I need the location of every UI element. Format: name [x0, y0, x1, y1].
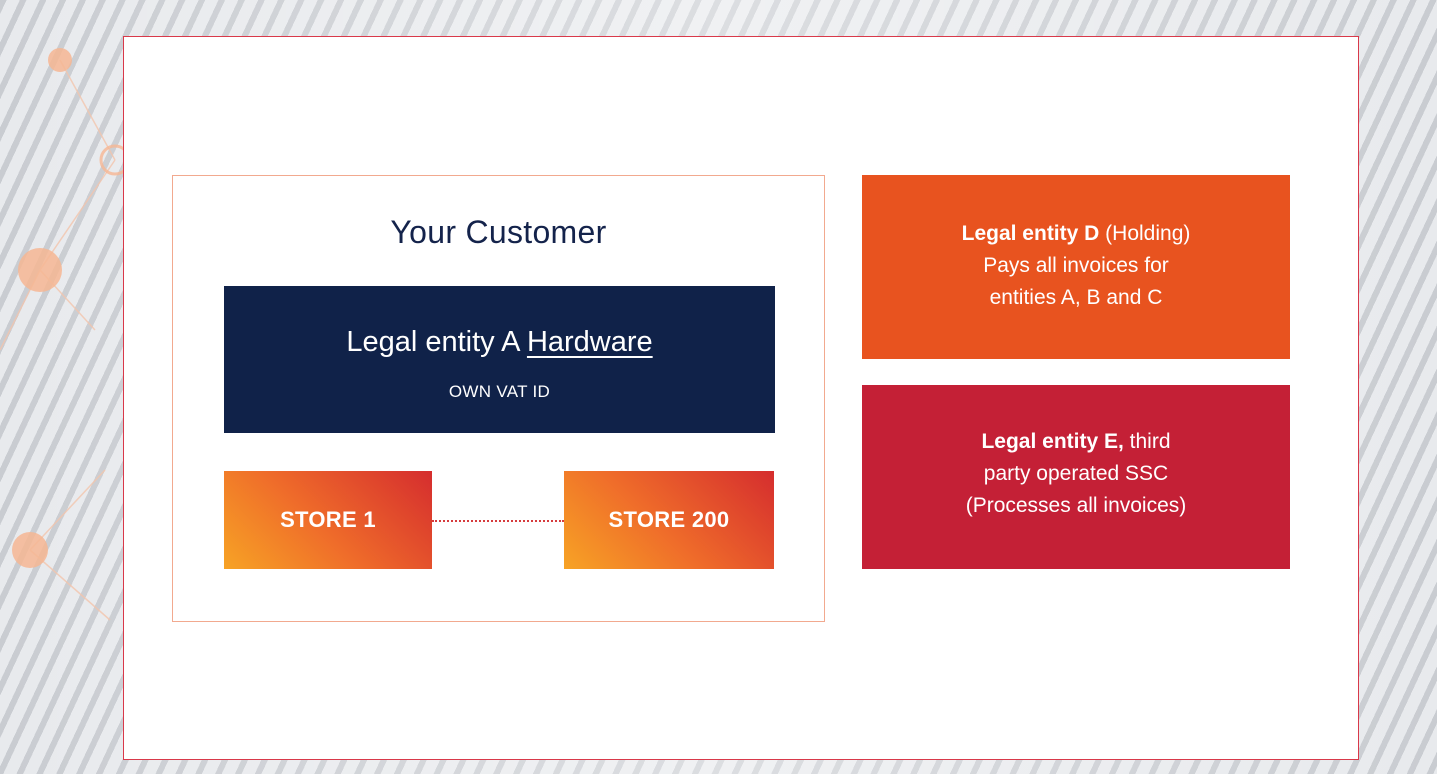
legal-entity-e-box: Legal entity E, third party operated SSC…	[862, 385, 1290, 569]
legal-entity-d-box: Legal entity D (Holding) Pays all invoic…	[862, 175, 1290, 359]
store-connector-line	[432, 520, 564, 522]
legal-entity-d-line-1: Legal entity D (Holding)	[862, 218, 1290, 250]
store-1-box: STORE 1	[224, 471, 432, 569]
store-200-box: STORE 200	[564, 471, 774, 569]
legal-entity-e-line-1-rest: third	[1129, 430, 1171, 453]
legal-entity-d-text: Legal entity D (Holding) Pays all invoic…	[862, 218, 1290, 314]
legal-entity-d-line-3: entities A, B and C	[989, 286, 1163, 309]
customer-container: Your Customer Legal entity A Hardware OW…	[172, 175, 825, 622]
legal-entity-e-text: Legal entity E, third party operated SSC…	[862, 426, 1290, 522]
legal-entity-e-line-3: (Processes all invoices)	[965, 494, 1187, 517]
legal-entity-e-line-2: party operated SSC	[983, 462, 1169, 485]
legal-entity-e-line-1: Legal entity E, third	[862, 426, 1290, 458]
legal-entity-a-vat: OWN VAT ID	[448, 382, 551, 401]
legal-entity-d-label: Legal entity D	[961, 222, 1100, 245]
legal-entity-a-name: Hardware	[526, 326, 653, 358]
legal-entity-a-label: Legal entity A	[346, 326, 519, 358]
store-1-label: STORE 1	[280, 507, 376, 532]
customer-title: Your Customer	[390, 214, 607, 250]
slide-canvas: Your Customer Legal entity A Hardware OW…	[123, 36, 1359, 760]
legal-entity-a-box: Legal entity A Hardware OWN VAT ID	[224, 286, 775, 433]
legal-entity-d-qualifier: (Holding)	[1105, 222, 1191, 245]
legal-entity-d-line-2: Pays all invoices for	[983, 254, 1169, 277]
store-200-label: STORE 200	[608, 507, 730, 532]
legal-entity-a-heading: Legal entity A Hardware	[224, 326, 775, 359]
legal-entity-e-label: Legal entity E,	[981, 430, 1124, 453]
